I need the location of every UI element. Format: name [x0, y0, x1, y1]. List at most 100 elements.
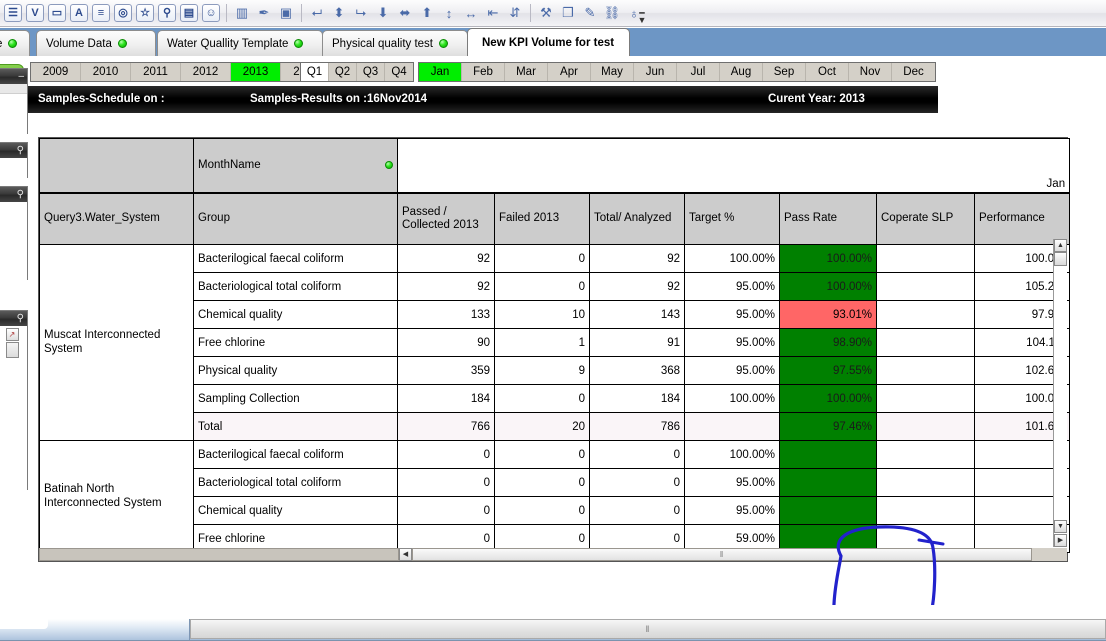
- align-top-icon[interactable]: ⬆: [416, 2, 438, 24]
- month-option-mar[interactable]: Mar: [505, 63, 548, 81]
- search-icon[interactable]: ⚲: [156, 2, 178, 24]
- year-option-2009[interactable]: 2009: [31, 63, 81, 81]
- edit-page-icon[interactable]: ✎: [579, 2, 601, 24]
- month-option-apr[interactable]: Apr: [548, 63, 591, 81]
- table-total-row[interactable]: Total 766 20 786 97.46% 101.66°: [40, 412, 1071, 441]
- report-tab-1[interactable]: Volume Data: [36, 30, 156, 56]
- report-tab-3[interactable]: Physical quality test: [322, 30, 468, 56]
- smiley-icon[interactable]: ☺: [200, 2, 222, 24]
- checkmark-icon[interactable]: V: [24, 2, 46, 24]
- column-header-8[interactable]: Performance: [973, 191, 1071, 245]
- align-right-icon[interactable]: ⮡: [350, 2, 372, 24]
- report-tab-0[interactable]: ume: [0, 30, 30, 56]
- month-option-jul[interactable]: Jul: [677, 63, 720, 81]
- grid-horizontal-scrollbar[interactable]: ◀ ‖: [39, 548, 1067, 561]
- table-row[interactable]: Chemical quality 133 10 143 95.00% 93.01% 97.9…: [40, 300, 1071, 329]
- search-panel-3-header[interactable]: ⚲: [0, 311, 27, 326]
- table-row[interactable]: Batinah North Interconnected System Bacte…: [39, 440, 1071, 553]
- format-painter-icon[interactable]: ⚒: [535, 2, 557, 24]
- bottom-horizontal-scrollbar[interactable]: ‖: [190, 619, 1106, 639]
- panel-item-placeholder[interactable]: [5, 342, 19, 358]
- month-option-dec[interactable]: Dec: [892, 63, 935, 81]
- year-option-label: 2009: [42, 66, 69, 78]
- quarter-option-q1[interactable]: Q1: [301, 63, 329, 81]
- report-tab-2[interactable]: Water Quallity Template: [157, 30, 323, 56]
- align-icon[interactable]: ☰: [2, 2, 24, 24]
- search-icon[interactable]: ⚲: [17, 189, 24, 200]
- scroll-left-button[interactable]: ◀: [399, 548, 412, 561]
- table-row[interactable]: Bacteriological total coliform 92 0 92 95.00…: [40, 272, 1071, 301]
- search-panel-2-header[interactable]: ⚲: [0, 187, 27, 202]
- text-icon[interactable]: A: [68, 2, 90, 24]
- table-row[interactable]: Free chlorine 90 1 91 95.00% 98.90% 104.11°: [40, 328, 1071, 357]
- table-row[interactable]: Sampling Collection 184 0 184 100.00% 100.00%…: [40, 384, 1071, 413]
- scroll-down-button[interactable]: ▼: [1054, 520, 1067, 533]
- search-icon[interactable]: ⚲: [17, 145, 24, 156]
- horizontal-scroll-thumb[interactable]: ‖: [412, 548, 1032, 561]
- table-row[interactable]: Chemical quality 0 0 0 95.00%: [40, 496, 1071, 525]
- align-center-horizontal-icon[interactable]: ⬍: [328, 2, 350, 24]
- bottom-active-window-tab[interactable]: [0, 619, 190, 641]
- column-header-1[interactable]: Group: [193, 191, 398, 245]
- align-middle-icon[interactable]: ⬌: [394, 2, 416, 24]
- month-option-jan[interactable]: Jan: [419, 63, 462, 81]
- vertical-scroll-thumb[interactable]: [1054, 252, 1067, 266]
- month-option-sep[interactable]: Sep: [763, 63, 806, 81]
- column-header-2[interactable]: Passed / Collected 2013: [397, 191, 495, 245]
- chart-wizard-icon[interactable]: ▥: [231, 2, 253, 24]
- column-header-3[interactable]: Failed 2013: [494, 191, 590, 245]
- column-header-5[interactable]: Target %: [684, 191, 780, 245]
- column-header-6[interactable]: Pass Rate: [779, 191, 877, 245]
- year-option-2013[interactable]: 2013: [231, 63, 281, 81]
- panel-icon[interactable]: ▤: [178, 2, 200, 24]
- paint-brush-icon[interactable]: ✒: [253, 2, 275, 24]
- space-vertical-icon[interactable]: ⇵: [504, 2, 526, 24]
- month-option-nov[interactable]: Nov: [849, 63, 892, 81]
- scroll-up-button[interactable]: ▲: [1054, 239, 1067, 252]
- month-option-feb[interactable]: Feb: [462, 63, 505, 81]
- grid-vertical-scrollbar[interactable]: ▲ ▼ ▶: [1053, 239, 1067, 547]
- month-option-oct[interactable]: Oct: [806, 63, 849, 81]
- align-left-icon[interactable]: ⮠: [306, 2, 328, 24]
- align-bottom-icon[interactable]: ⬇: [372, 2, 394, 24]
- table-row[interactable]: Bacteriological total coliform 0 0 0 95.00%: [40, 468, 1071, 497]
- month-option-may[interactable]: May: [591, 63, 634, 81]
- report-tab-4[interactable]: New KPI Volume for test: [467, 28, 630, 56]
- table-row[interactable]: Muscat Interconnected System Bacterilogic…: [39, 244, 1071, 441]
- quarter-selector[interactable]: Q1 Q2 Q3 Q4: [300, 62, 414, 82]
- clock-icon[interactable]: ◎: [112, 2, 134, 24]
- quarter-option-q4[interactable]: Q4: [385, 63, 413, 81]
- size-height-icon[interactable]: ↕: [438, 2, 460, 24]
- column-header-4[interactable]: Total/ Analyzed: [589, 191, 685, 245]
- size-width-icon[interactable]: ↔: [460, 2, 482, 24]
- year-selector[interactable]: 200920102011201220132014: [30, 62, 332, 82]
- month-option-jun[interactable]: Jun: [634, 63, 677, 81]
- quarter-option-q2[interactable]: Q2: [329, 63, 357, 81]
- search-icon[interactable]: ⚲: [17, 313, 24, 324]
- column-header-0[interactable]: Query3.Water_System: [39, 191, 194, 245]
- search-panel-1-header[interactable]: ⚲: [0, 143, 27, 158]
- list-icon[interactable]: ≡: [90, 2, 112, 24]
- month-selector[interactable]: Jan Feb Mar Apr May Jun Jul Aug Sep Oct Nov Dec: [418, 62, 936, 82]
- quarter-option-q3[interactable]: Q3: [357, 63, 385, 81]
- year-option-2010[interactable]: 2010: [81, 63, 131, 81]
- minimize-icon[interactable]: –: [18, 71, 24, 82]
- table-row[interactable]: Physical quality 359 9 368 95.00% 97.55% 102.6…: [40, 356, 1071, 385]
- window-icon[interactable]: ▭: [46, 2, 68, 24]
- passed-collected-cell: 0: [397, 440, 495, 469]
- hierarchy-icon[interactable]: ⛓: [601, 2, 623, 24]
- chart-icon[interactable]: ↗: [5, 328, 19, 341]
- monthname-header[interactable]: MonthName: [193, 138, 398, 193]
- minimize-panel-header[interactable]: –: [0, 69, 27, 84]
- space-horizontal-icon[interactable]: ⇤: [482, 2, 504, 24]
- crop-icon[interactable]: ▣: [275, 2, 297, 24]
- copy-page-icon[interactable]: ❐: [557, 2, 579, 24]
- month-option-aug[interactable]: Aug: [720, 63, 763, 81]
- column-header-7[interactable]: Coperate SLP: [876, 191, 975, 245]
- hscroll-track[interactable]: ‖: [412, 548, 1067, 561]
- year-option-2011[interactable]: 2011: [131, 63, 181, 81]
- year-option-2012[interactable]: 2012: [181, 63, 231, 81]
- scroll-right-corner-button[interactable]: ▶: [1054, 534, 1067, 547]
- toolbar-overflow-button[interactable]: ━ ▼: [637, 3, 647, 25]
- star-icon[interactable]: ☆: [134, 2, 156, 24]
